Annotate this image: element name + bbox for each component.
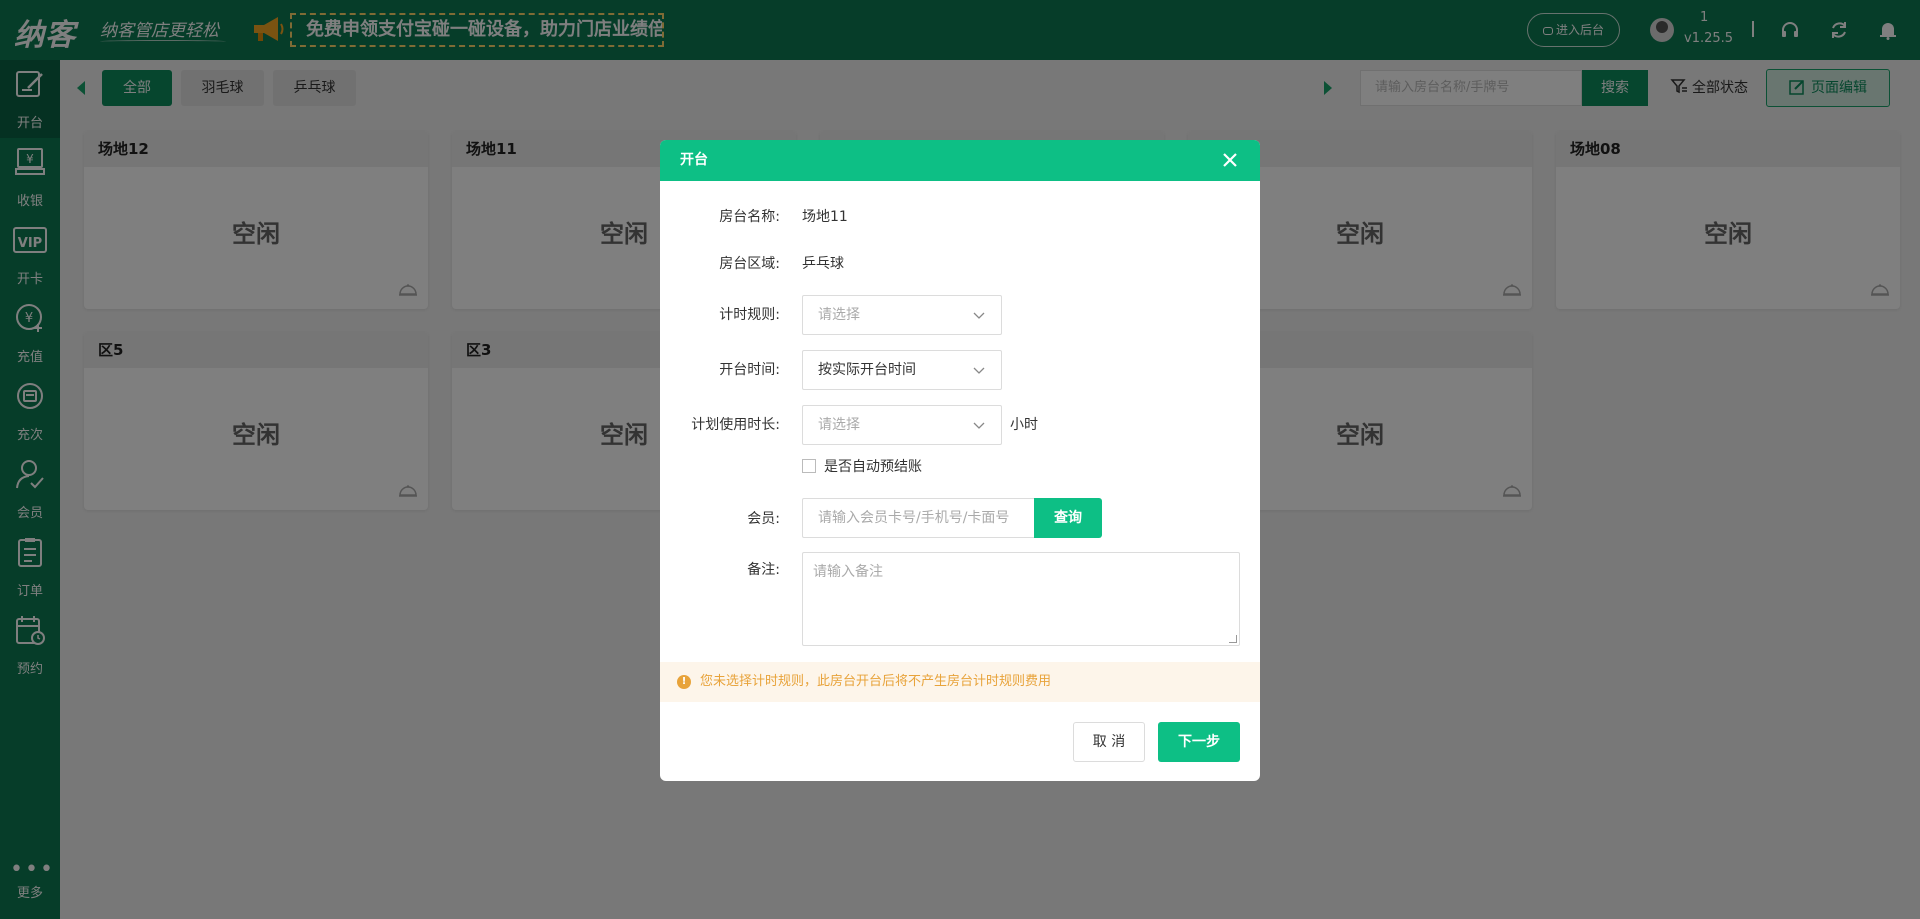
timing-rule-select[interactable]: 请选择 <box>802 295 1002 335</box>
planned-duration-label: 计划使用时长: <box>691 417 780 433</box>
resize-grip-icon[interactable] <box>1229 635 1237 643</box>
auto-presettle-checkbox[interactable] <box>802 459 816 473</box>
room-area-value: 乒乓球 <box>802 256 844 272</box>
planned-duration-placeholder: 请选择 <box>818 417 860 433</box>
room-name-label: 房台名称: <box>719 209 780 225</box>
room-area-label: 房台区域: <box>719 256 780 272</box>
open-time-value: 按实际开台时间 <box>818 362 916 378</box>
room-name-value: 场地11 <box>802 209 848 225</box>
chevron-down-icon <box>973 422 985 429</box>
planned-duration-select[interactable]: 请选择 <box>802 405 1002 445</box>
close-icon[interactable] <box>1222 152 1238 168</box>
member-label: 会员: <box>747 511 780 527</box>
remark-textarea[interactable]: 请输入备注 <box>802 552 1240 646</box>
dialog-title: 开台 <box>660 140 1260 181</box>
cancel-button[interactable]: 取 消 <box>1073 722 1145 762</box>
next-step-button[interactable]: 下一步 <box>1158 722 1240 762</box>
remark-label: 备注: <box>747 562 780 578</box>
timing-rule-label: 计时规则: <box>719 307 780 323</box>
warning-icon: ! <box>677 675 691 689</box>
member-search-input[interactable]: 请输入会员卡号/手机号/卡面号 <box>802 498 1035 538</box>
remark-placeholder: 请输入备注 <box>813 564 883 580</box>
chevron-down-icon <box>973 367 985 374</box>
duration-unit: 小时 <box>1010 417 1038 433</box>
warning-text: 您未选择计时规则，此房台开台后将不产生房台计时规则费用 <box>700 674 1052 689</box>
member-query-button[interactable]: 查询 <box>1034 498 1102 538</box>
timing-rule-warning: ! 您未选择计时规则，此房台开台后将不产生房台计时规则费用 <box>660 662 1260 702</box>
timing-rule-placeholder: 请选择 <box>818 307 860 323</box>
chevron-down-icon <box>973 312 985 319</box>
open-time-label: 开台时间: <box>719 362 780 378</box>
open-time-select[interactable]: 按实际开台时间 <box>802 350 1002 390</box>
open-table-dialog: 开台 房台名称: 场地11 房台区域: 乒乓球 计时规则: 请选择 开台时间: … <box>660 140 1260 781</box>
auto-presettle-label: 是否自动预结账 <box>824 459 922 475</box>
